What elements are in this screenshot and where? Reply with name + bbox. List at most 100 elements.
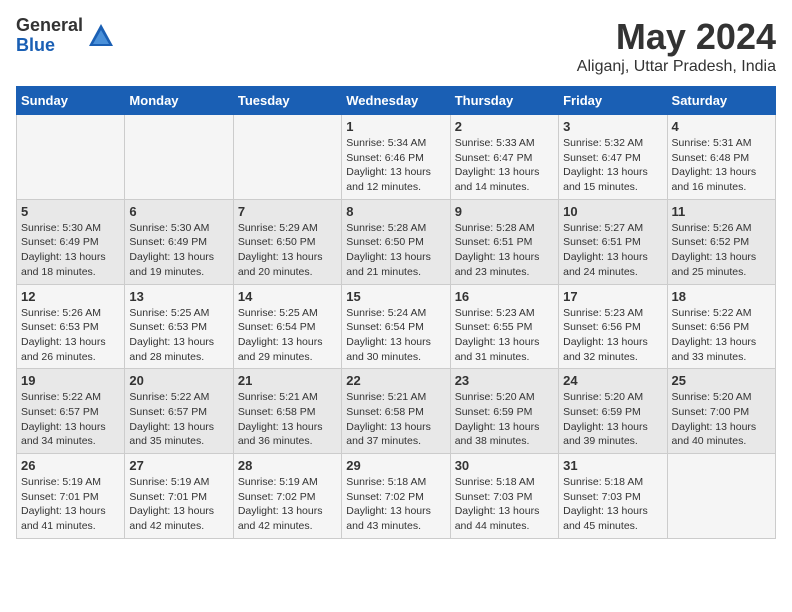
month-title: May 2024: [577, 16, 776, 58]
day-info: Sunrise: 5:18 AM Sunset: 7:02 PM Dayligh…: [346, 475, 445, 534]
day-info: Sunrise: 5:23 AM Sunset: 6:55 PM Dayligh…: [455, 306, 554, 365]
day-number: 28: [238, 458, 337, 473]
day-info: Sunrise: 5:19 AM Sunset: 7:02 PM Dayligh…: [238, 475, 337, 534]
logo: General Blue: [16, 16, 115, 56]
day-info: Sunrise: 5:31 AM Sunset: 6:48 PM Dayligh…: [672, 136, 771, 195]
day-info: Sunrise: 5:22 AM Sunset: 6:57 PM Dayligh…: [129, 390, 228, 449]
day-number: 2: [455, 119, 554, 134]
day-number: 9: [455, 204, 554, 219]
calendar-cell: 30 Sunrise: 5:18 AM Sunset: 7:03 PM Dayli…: [450, 454, 558, 539]
day-info: Sunrise: 5:27 AM Sunset: 6:51 PM Dayligh…: [563, 221, 662, 280]
title-section: May 2024 Aliganj, Uttar Pradesh, India: [577, 16, 776, 76]
day-number: 23: [455, 373, 554, 388]
weekday-header: Monday: [125, 87, 233, 115]
day-info: Sunrise: 5:28 AM Sunset: 6:51 PM Dayligh…: [455, 221, 554, 280]
calendar-cell: 10 Sunrise: 5:27 AM Sunset: 6:51 PM Dayli…: [559, 199, 667, 284]
day-info: Sunrise: 5:33 AM Sunset: 6:47 PM Dayligh…: [455, 136, 554, 195]
calendar-cell: 9 Sunrise: 5:28 AM Sunset: 6:51 PM Daylig…: [450, 199, 558, 284]
day-number: 10: [563, 204, 662, 219]
day-info: Sunrise: 5:21 AM Sunset: 6:58 PM Dayligh…: [238, 390, 337, 449]
calendar-cell: 22 Sunrise: 5:21 AM Sunset: 6:58 PM Dayli…: [342, 369, 450, 454]
day-number: 15: [346, 289, 445, 304]
day-info: Sunrise: 5:26 AM Sunset: 6:53 PM Dayligh…: [21, 306, 120, 365]
day-info: Sunrise: 5:22 AM Sunset: 6:57 PM Dayligh…: [21, 390, 120, 449]
calendar-cell: 4 Sunrise: 5:31 AM Sunset: 6:48 PM Daylig…: [667, 115, 775, 200]
page-header: General Blue May 2024 Aliganj, Uttar Pra…: [16, 16, 776, 76]
calendar-cell: 23Sunrise: 5:20 AM Sunset: 6:59 PM Dayli…: [450, 369, 558, 454]
calendar-cell: 5 Sunrise: 5:30 AM Sunset: 6:49 PM Daylig…: [17, 199, 125, 284]
calendar-cell: 8Sunrise: 5:28 AM Sunset: 6:50 PM Daylig…: [342, 199, 450, 284]
day-info: Sunrise: 5:30 AM Sunset: 6:49 PM Dayligh…: [21, 221, 120, 280]
day-number: 6: [129, 204, 228, 219]
calendar-cell: 29 Sunrise: 5:18 AM Sunset: 7:02 PM Dayli…: [342, 454, 450, 539]
day-number: 25: [672, 373, 771, 388]
day-number: 4: [672, 119, 771, 134]
day-info: Sunrise: 5:30 AM Sunset: 6:49 PM Dayligh…: [129, 221, 228, 280]
day-info: Sunrise: 5:20 AM Sunset: 7:00 PM Dayligh…: [672, 390, 771, 449]
calendar-cell: 11Sunrise: 5:26 AM Sunset: 6:52 PM Dayli…: [667, 199, 775, 284]
calendar-cell: [233, 115, 341, 200]
day-info: Sunrise: 5:22 AM Sunset: 6:56 PM Dayligh…: [672, 306, 771, 365]
day-info: Sunrise: 5:25 AM Sunset: 6:54 PM Dayligh…: [238, 306, 337, 365]
calendar-cell: 15Sunrise: 5:24 AM Sunset: 6:54 PM Dayli…: [342, 284, 450, 369]
day-info: Sunrise: 5:18 AM Sunset: 7:03 PM Dayligh…: [563, 475, 662, 534]
calendar-week-row: 12 Sunrise: 5:26 AM Sunset: 6:53 PM Dayli…: [17, 284, 776, 369]
calendar-cell: 21 Sunrise: 5:21 AM Sunset: 6:58 PM Dayli…: [233, 369, 341, 454]
calendar-cell: 13Sunrise: 5:25 AM Sunset: 6:53 PM Dayli…: [125, 284, 233, 369]
day-number: 5: [21, 204, 120, 219]
day-number: 24: [563, 373, 662, 388]
weekday-header: Thursday: [450, 87, 558, 115]
calendar-cell: 12 Sunrise: 5:26 AM Sunset: 6:53 PM Dayli…: [17, 284, 125, 369]
day-number: 30: [455, 458, 554, 473]
day-number: 26: [21, 458, 120, 473]
calendar-cell: 24 Sunrise: 5:20 AM Sunset: 6:59 PM Dayli…: [559, 369, 667, 454]
calendar-cell: 18Sunrise: 5:22 AM Sunset: 6:56 PM Dayli…: [667, 284, 775, 369]
day-number: 16: [455, 289, 554, 304]
calendar-week-row: 26 Sunrise: 5:19 AM Sunset: 7:01 PM Dayli…: [17, 454, 776, 539]
calendar-cell: 16 Sunrise: 5:23 AM Sunset: 6:55 PM Dayli…: [450, 284, 558, 369]
day-number: 14: [238, 289, 337, 304]
day-info: Sunrise: 5:23 AM Sunset: 6:56 PM Dayligh…: [563, 306, 662, 365]
calendar-week-row: 1 Sunrise: 5:34 AM Sunset: 6:46 PM Daylig…: [17, 115, 776, 200]
calendar-table: SundayMondayTuesdayWednesdayThursdayFrid…: [16, 86, 776, 539]
day-info: Sunrise: 5:19 AM Sunset: 7:01 PM Dayligh…: [21, 475, 120, 534]
calendar-cell: 25 Sunrise: 5:20 AM Sunset: 7:00 PM Dayli…: [667, 369, 775, 454]
calendar-cell: 1 Sunrise: 5:34 AM Sunset: 6:46 PM Daylig…: [342, 115, 450, 200]
calendar-week-row: 5 Sunrise: 5:30 AM Sunset: 6:49 PM Daylig…: [17, 199, 776, 284]
day-number: 29: [346, 458, 445, 473]
weekday-header-row: SundayMondayTuesdayWednesdayThursdayFrid…: [17, 87, 776, 115]
weekday-header: Friday: [559, 87, 667, 115]
day-info: Sunrise: 5:20 AM Sunset: 6:59 PM Dayligh…: [563, 390, 662, 449]
day-number: 17: [563, 289, 662, 304]
day-number: 1: [346, 119, 445, 134]
day-info: Sunrise: 5:19 AM Sunset: 7:01 PM Dayligh…: [129, 475, 228, 534]
weekday-header: Tuesday: [233, 87, 341, 115]
calendar-cell: 17 Sunrise: 5:23 AM Sunset: 6:56 PM Dayli…: [559, 284, 667, 369]
day-info: Sunrise: 5:28 AM Sunset: 6:50 PM Dayligh…: [346, 221, 445, 280]
day-info: Sunrise: 5:34 AM Sunset: 6:46 PM Dayligh…: [346, 136, 445, 195]
day-number: 12: [21, 289, 120, 304]
calendar-cell: 31 Sunrise: 5:18 AM Sunset: 7:03 PM Dayli…: [559, 454, 667, 539]
logo-general: General: [16, 16, 83, 36]
calendar-cell: 6 Sunrise: 5:30 AM Sunset: 6:49 PM Daylig…: [125, 199, 233, 284]
calendar-cell: 19Sunrise: 5:22 AM Sunset: 6:57 PM Dayli…: [17, 369, 125, 454]
calendar-cell: 27 Sunrise: 5:19 AM Sunset: 7:01 PM Dayli…: [125, 454, 233, 539]
day-number: 31: [563, 458, 662, 473]
day-number: 13: [129, 289, 228, 304]
day-info: Sunrise: 5:21 AM Sunset: 6:58 PM Dayligh…: [346, 390, 445, 449]
day-number: 27: [129, 458, 228, 473]
day-number: 21: [238, 373, 337, 388]
calendar-cell: [667, 454, 775, 539]
calendar-cell: 2 Sunrise: 5:33 AM Sunset: 6:47 PM Daylig…: [450, 115, 558, 200]
calendar-cell: 3Sunrise: 5:32 AM Sunset: 6:47 PM Daylig…: [559, 115, 667, 200]
calendar-cell: [17, 115, 125, 200]
day-info: Sunrise: 5:18 AM Sunset: 7:03 PM Dayligh…: [455, 475, 554, 534]
day-number: 22: [346, 373, 445, 388]
calendar-cell: 20Sunrise: 5:22 AM Sunset: 6:57 PM Dayli…: [125, 369, 233, 454]
calendar-cell: 7Sunrise: 5:29 AM Sunset: 6:50 PM Daylig…: [233, 199, 341, 284]
calendar-week-row: 19Sunrise: 5:22 AM Sunset: 6:57 PM Dayli…: [17, 369, 776, 454]
calendar-cell: [125, 115, 233, 200]
calendar-cell: 14 Sunrise: 5:25 AM Sunset: 6:54 PM Dayli…: [233, 284, 341, 369]
day-info: Sunrise: 5:29 AM Sunset: 6:50 PM Dayligh…: [238, 221, 337, 280]
weekday-header: Sunday: [17, 87, 125, 115]
